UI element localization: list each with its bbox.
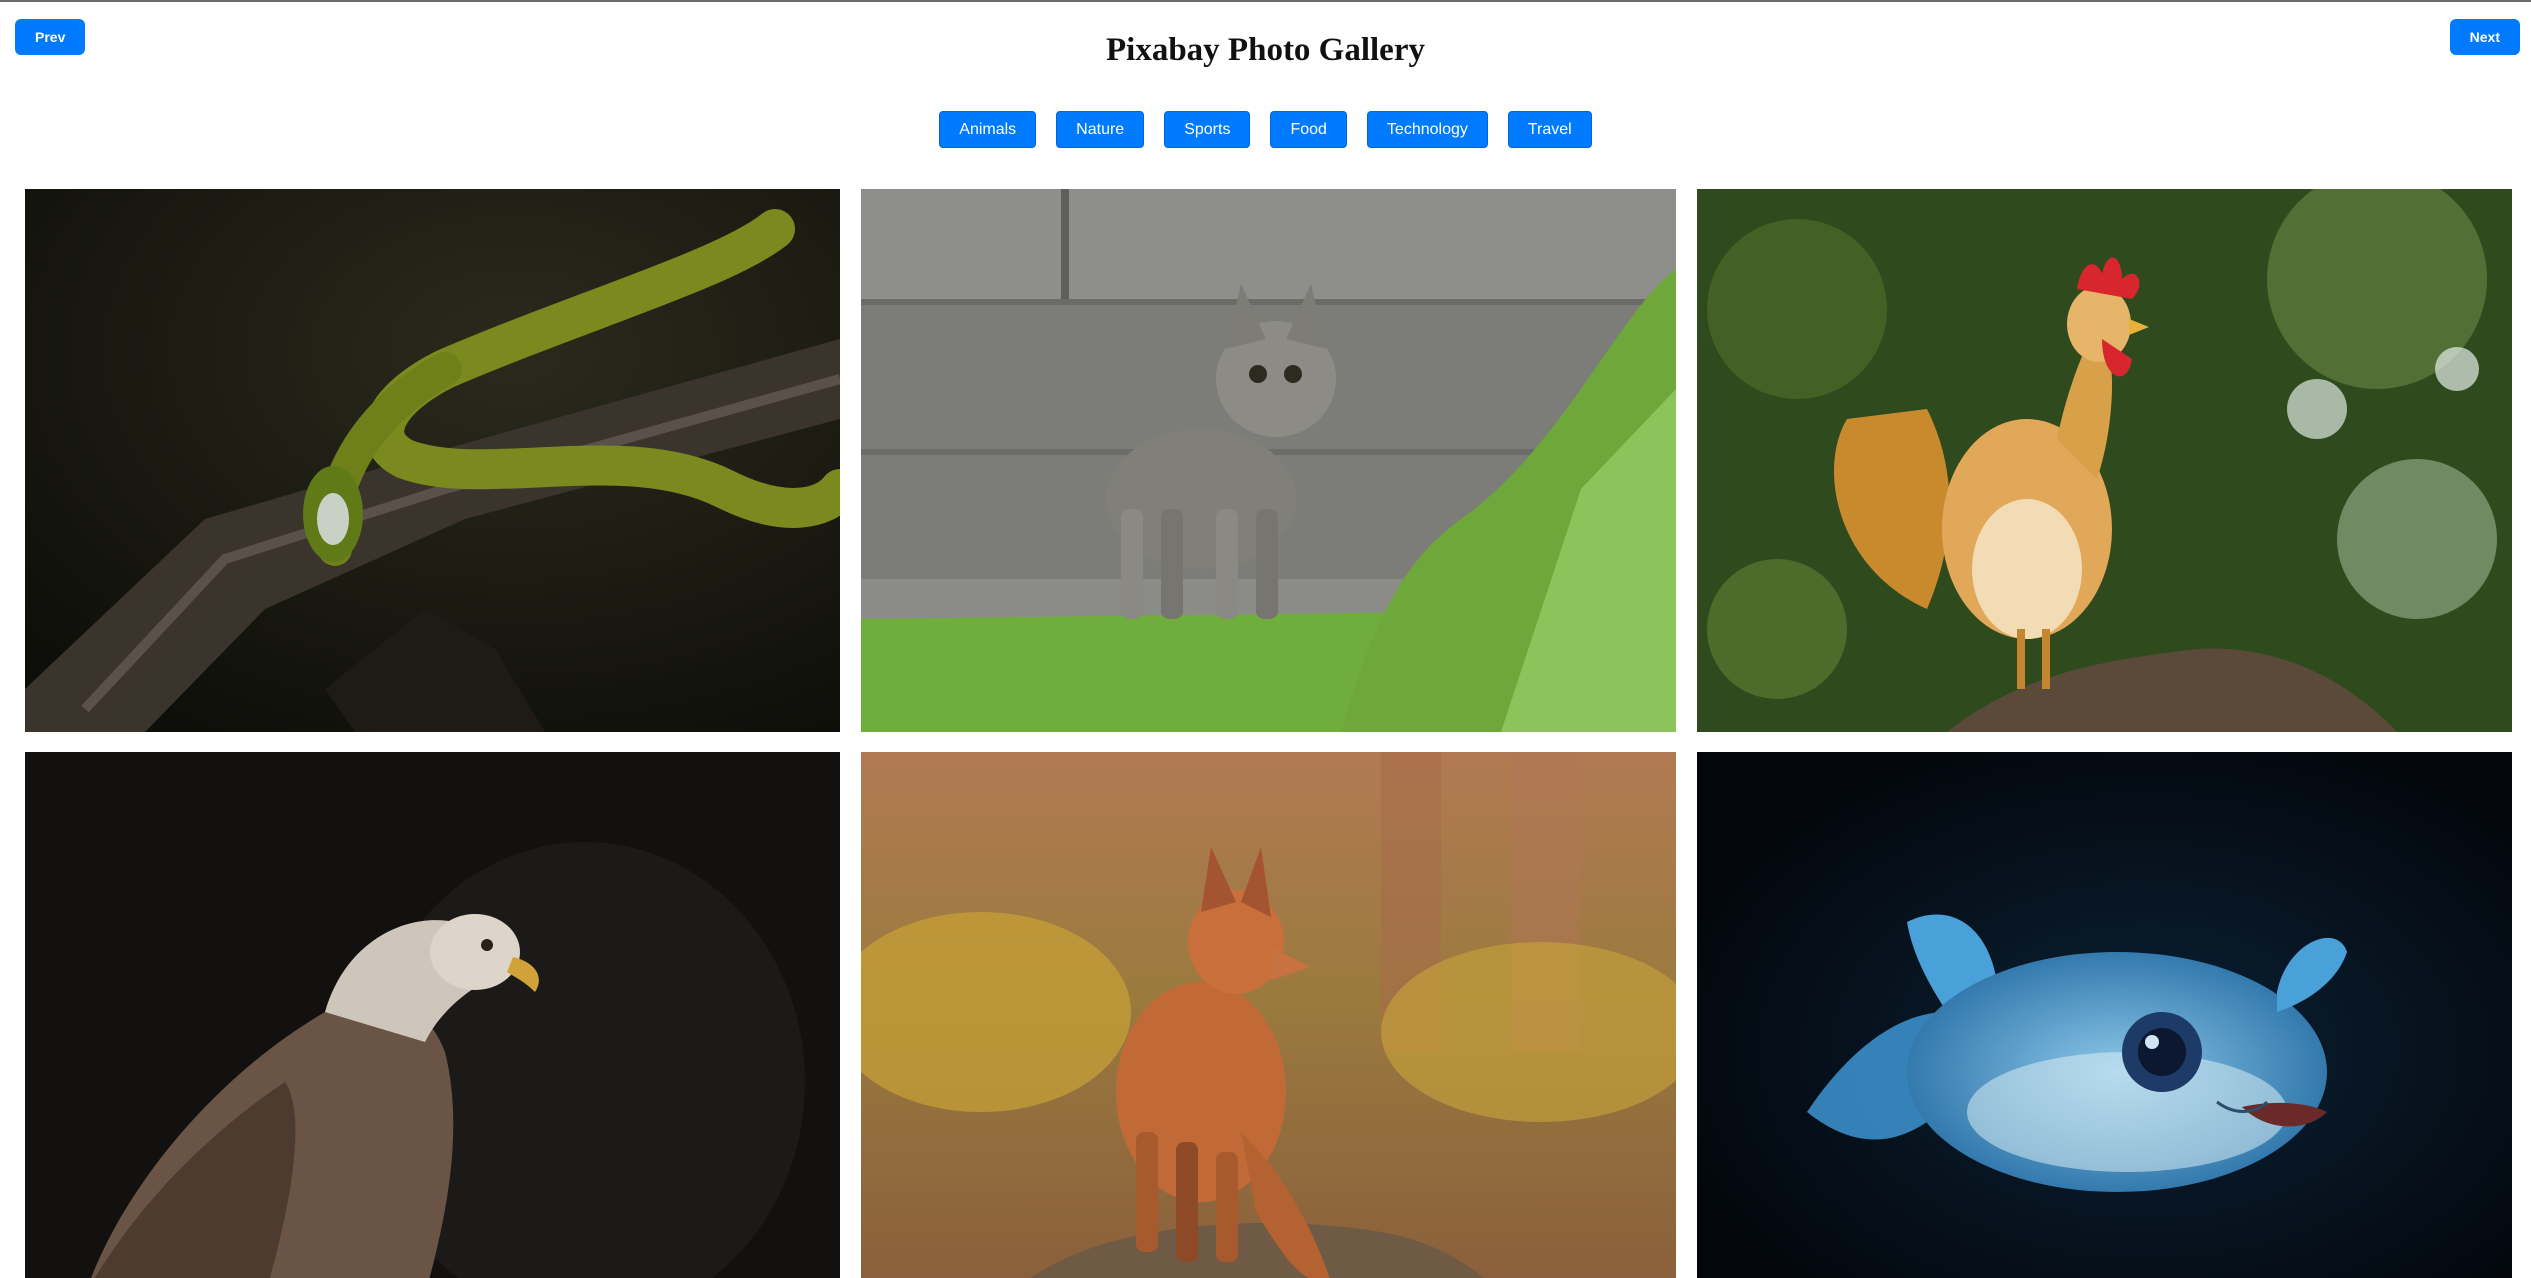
category-technology-button[interactable]: Technology: [1366, 111, 1488, 148]
eagle-photo: [25, 752, 840, 1278]
fox-photo: [861, 752, 1676, 1278]
photo-kitten[interactable]: [861, 189, 1676, 732]
category-nature-button[interactable]: Nature: [1056, 111, 1145, 148]
photo-eagle[interactable]: [25, 752, 840, 1278]
category-travel-button[interactable]: Travel: [1507, 111, 1592, 148]
photo-grid: [25, 189, 2512, 1278]
gallery-page: Prev Pixabay Photo Gallery Next Animals …: [0, 0, 2531, 1278]
category-food-button[interactable]: Food: [1270, 111, 1347, 148]
photo-snake[interactable]: [25, 189, 840, 732]
page-title: Pixabay Photo Gallery: [1106, 32, 1425, 68]
photo-fox[interactable]: [861, 752, 1676, 1278]
snake-photo: [25, 189, 840, 732]
kitten-photo: [861, 189, 1676, 732]
next-button[interactable]: Next: [2449, 19, 2520, 55]
category-animals-button[interactable]: Animals: [939, 111, 1037, 148]
category-sports-button[interactable]: Sports: [1164, 111, 1251, 148]
photo-pufferfish[interactable]: [1697, 752, 2512, 1278]
category-bar: Animals Nature Sports Food Technology Tr…: [0, 111, 2531, 148]
photo-rooster[interactable]: [1697, 189, 2512, 732]
rooster-photo: [1697, 189, 2512, 732]
pufferfish-photo: [1697, 752, 2512, 1278]
